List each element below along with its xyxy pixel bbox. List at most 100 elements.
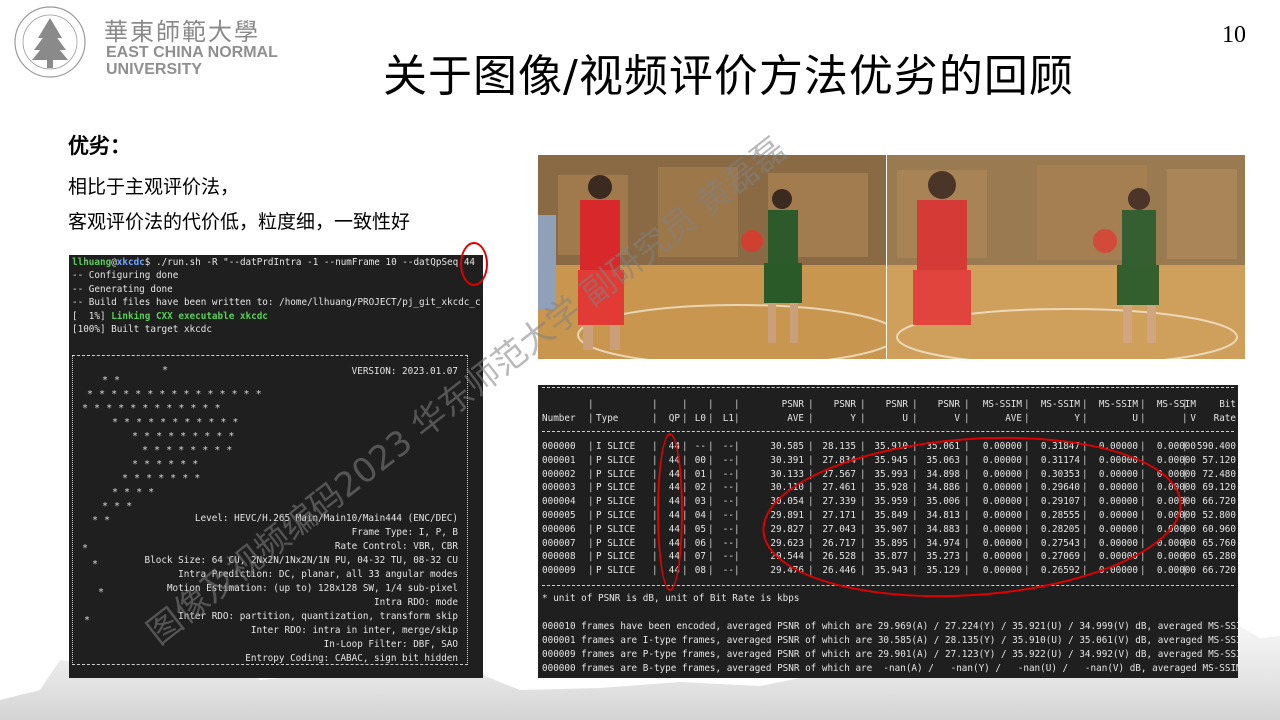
table-cell: 28.135 [822, 441, 856, 452]
table-column-separator: | [1024, 399, 1030, 410]
terminal-line: -- Generating done [72, 283, 173, 295]
table-header-cell: V [954, 413, 960, 424]
svg-text:* *: * * [92, 515, 110, 526]
table-column-separator: | [1182, 441, 1188, 452]
table-cell: P SLICE [596, 565, 636, 577]
prompt-command: $ ./run.sh -R "--datPrdIntra -1 --numFra… [144, 257, 476, 268]
table-cell: 57.120 [1202, 454, 1236, 466]
table-cell: 72.480 [1202, 468, 1236, 480]
svg-text:* * * * * * * *: * * * * * * * * [142, 445, 232, 456]
table-border-header [542, 431, 1234, 432]
table-column-separator: | [1082, 399, 1088, 410]
table-column-separator: | [588, 454, 594, 466]
table-cell: -- [722, 496, 734, 508]
table-column-separator: | [734, 413, 740, 424]
table-cell: -- [722, 482, 734, 494]
info-line: Entropy Coding: CABAC, sign bit hidden [245, 653, 458, 664]
table-cell: -- [722, 510, 734, 521]
table-cell: P SLICE [596, 468, 636, 480]
svg-text:* * * *: * * * * [112, 487, 154, 498]
table-cell: P SLICE [596, 551, 636, 563]
table-column-separator: | [734, 523, 740, 535]
qp-column-highlight-ellipse [657, 433, 683, 591]
table-cell: -- [722, 537, 734, 549]
slide-title: 关于图像/视频评价方法优劣的回顾 [383, 51, 1074, 102]
table-header-cell: Bit [1219, 399, 1236, 410]
info-line: Level: HEVC/H.265 Main/Main10/Main444 (E… [194, 513, 458, 524]
table-column-separator: | [652, 551, 658, 563]
table-header-cell: PSNR [781, 399, 804, 410]
table-column-separator: | [708, 510, 714, 521]
table-header-cell: Rate [1213, 413, 1236, 424]
table-header-cell: MS-SSIM [982, 399, 1022, 410]
table-column-separator: | [1182, 537, 1188, 549]
table-cell: 66.720 [1202, 496, 1236, 508]
table-column-separator: | [682, 399, 688, 410]
table-header-cell: U [902, 413, 908, 424]
table-column-separator: | [1182, 551, 1188, 563]
svg-text:* * * * * * * * *: * * * * * * * * * * * * * * * [87, 389, 262, 400]
table-column-separator: | [652, 454, 658, 466]
table-column-separator: | [682, 565, 688, 577]
table-column-separator: | [808, 441, 814, 452]
table-column-separator: | [964, 413, 970, 424]
original-frame-photo [538, 155, 886, 359]
table-cell: -- [694, 441, 706, 452]
logo-emblem-icon [14, 6, 86, 78]
table-column-separator: | [708, 496, 714, 508]
qp-highlight-circle [460, 242, 488, 286]
info-line: Frame Type: I, P, B [351, 527, 458, 538]
table-header-cell: U [1132, 413, 1138, 424]
table-column-separator: | [860, 399, 866, 410]
table-column-separator: | [1182, 523, 1188, 535]
table-cell: 000005 [542, 510, 576, 521]
terminal-line-linking: [ 1%] Linking CXX executable xkcdc [69, 310, 483, 323]
svg-text:*: * [84, 615, 90, 626]
table-column-separator: | [1182, 496, 1188, 508]
table-cell: 69.120 [1202, 482, 1236, 494]
table-cell: 08 [694, 565, 706, 577]
table-column-separator: | [1182, 454, 1188, 466]
table-column-separator: | [1182, 468, 1188, 480]
table-cell: 66.720 [1202, 565, 1236, 577]
svg-text:* * *: * * * [102, 501, 132, 512]
table-header-cell: Y [1074, 413, 1080, 424]
table-cell: 01 [694, 468, 706, 480]
logo-english-line1: EAST CHINA NORMAL [106, 44, 278, 61]
table-cell: 52.800 [1202, 510, 1236, 521]
table-header-cell: MS-SSIM [1098, 399, 1138, 410]
table-header-cell: QP [668, 413, 680, 424]
logo-english-line2: UNIVERSITY [106, 61, 203, 78]
table-column-separator: | [734, 482, 740, 494]
table-column-separator: | [860, 413, 866, 424]
table-column-separator: | [588, 551, 594, 563]
table-column-separator: | [682, 482, 688, 494]
svg-text:* * * * * * *: * * * * * * * [122, 473, 200, 484]
basketball-scene-original [538, 155, 886, 359]
table-column-separator: | [682, 551, 688, 563]
table-cell: 30.133 [770, 468, 804, 480]
table-header-cell: MS-SSIM [1040, 399, 1080, 410]
svg-text:* * * * * *: * * * * * * [132, 459, 198, 470]
table-cell: 590.400 [1196, 441, 1236, 452]
table-cell: 07 [694, 551, 706, 563]
table-cell: 000004 [542, 496, 576, 508]
table-column-separator: | [808, 399, 814, 410]
table-header-cell: PSNR [937, 399, 960, 410]
table-column-separator: | [588, 565, 594, 577]
table-column-separator: | [734, 468, 740, 480]
prompt-user: llhuang [72, 257, 112, 268]
table-cell: 60.960 [1202, 523, 1236, 535]
table-column-separator: | [708, 523, 714, 535]
table-cell: 000003 [542, 482, 576, 494]
table-cell: 0.00000 [1156, 454, 1196, 466]
table-column-separator: | [708, 413, 714, 424]
table-cell: P SLICE [596, 496, 636, 508]
table-header-cell: Type [596, 413, 619, 424]
terminal-progress: [ 1%] [72, 310, 112, 322]
table-column-separator: | [734, 537, 740, 549]
info-line: Rate Control: VBR, CBR [334, 541, 458, 552]
table-column-separator: | [964, 399, 970, 410]
page-number: 10 [1222, 22, 1246, 48]
table-column-separator: | [652, 537, 658, 549]
